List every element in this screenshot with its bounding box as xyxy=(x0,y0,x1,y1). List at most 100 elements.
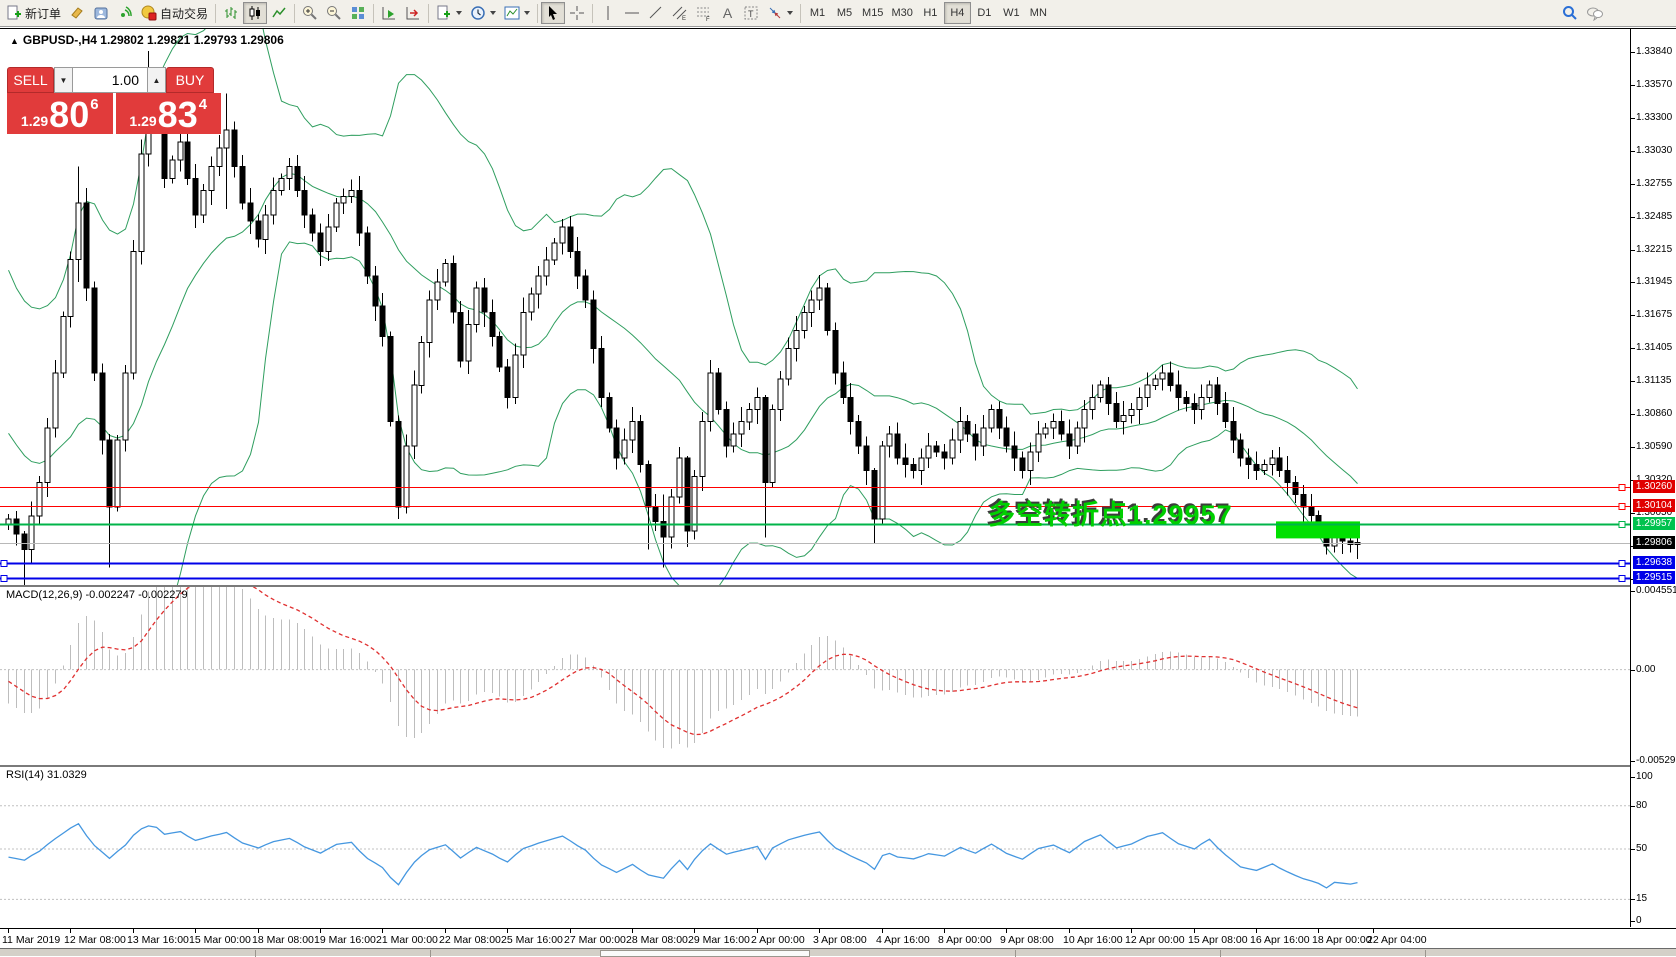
timeframe-label: M30 xyxy=(891,7,912,19)
gold-tool-icon xyxy=(69,5,85,21)
time-axis[interactable]: 11 Mar 201912 Mar 08:0013 Mar 16:0015 Ma… xyxy=(0,928,1676,948)
timeframe-label: M1 xyxy=(810,7,825,19)
signal-icon xyxy=(117,5,133,21)
fibonacci-button[interactable]: F xyxy=(692,2,716,24)
trendline-button[interactable] xyxy=(644,2,668,24)
line-chart-button[interactable] xyxy=(267,2,291,24)
date-tick-label: 16 Apr 16:00 xyxy=(1250,934,1310,946)
new-chart-button[interactable] xyxy=(432,2,466,24)
timeframe-mn-button[interactable]: MN xyxy=(1025,2,1052,24)
zoom-in-button[interactable] xyxy=(298,2,322,24)
horizontal-line-icon xyxy=(624,5,640,21)
price-tick xyxy=(1631,217,1635,218)
price-axis[interactable]: 1.338401.335701.333001.330301.327551.324… xyxy=(1630,29,1676,927)
chart-annotation-text[interactable]: 多空转折点1.29957 xyxy=(988,493,1233,532)
chart-shift-button[interactable] xyxy=(401,2,425,24)
candle-chart-button[interactable] xyxy=(243,2,267,24)
profile-button[interactable] xyxy=(89,2,113,24)
toolbar-separator xyxy=(537,4,538,23)
price-tick-label: 1.31945 xyxy=(1636,276,1672,288)
volume-increase-button[interactable]: ▲ xyxy=(147,67,166,93)
date-tick-label: 21 Mar 00:00 xyxy=(376,934,438,946)
channel-button[interactable]: E xyxy=(668,2,692,24)
signal-button[interactable] xyxy=(113,2,137,24)
bar-chart-button[interactable] xyxy=(219,2,243,24)
buy-price-big: 83 xyxy=(158,98,198,132)
sell-button[interactable]: SELL xyxy=(7,67,54,93)
timeframe-w1-button[interactable]: W1 xyxy=(998,2,1025,24)
timeframe-m1-button[interactable]: M1 xyxy=(804,2,831,24)
date-tick xyxy=(757,929,758,933)
timeframe-label: M15 xyxy=(862,7,883,19)
rsi-tick xyxy=(1631,849,1635,850)
trendline-icon xyxy=(648,5,664,21)
vertical-line-button[interactable] xyxy=(596,2,620,24)
date-tick-label: 22 Mar 08:00 xyxy=(439,934,501,946)
line-chart-icon xyxy=(271,5,287,21)
dropdown-caret xyxy=(490,11,496,15)
rsi-plot[interactable] xyxy=(0,767,1630,927)
timeframe-h1-button[interactable]: H1 xyxy=(917,2,944,24)
macd-plot[interactable] xyxy=(0,587,1630,765)
date-tick-label: 18 Mar 08:00 xyxy=(252,934,314,946)
macd-tick-label: -0.005295 xyxy=(1636,755,1676,767)
timeframe-label: H1 xyxy=(923,7,937,19)
date-tick-label: 2 Apr 00:00 xyxy=(751,934,805,946)
candlestick-chart-icon xyxy=(247,5,263,21)
price-tick xyxy=(1631,184,1635,185)
crosshair-button[interactable] xyxy=(565,2,589,24)
date-tick xyxy=(1373,929,1374,933)
date-tick xyxy=(133,929,134,933)
date-tick xyxy=(882,929,883,933)
date-tick-label: 13 Mar 16:00 xyxy=(127,934,189,946)
cursor-icon xyxy=(545,5,561,21)
buy-price[interactable]: 1.29 83 4 xyxy=(116,93,222,134)
macd-tick xyxy=(1631,670,1635,671)
date-tick xyxy=(1194,929,1195,933)
auto-scroll-button[interactable] xyxy=(377,2,401,24)
date-tick-label: 19 Mar 16:00 xyxy=(314,934,376,946)
cursor-button[interactable] xyxy=(541,2,565,24)
text-label-button[interactable]: T xyxy=(739,2,763,24)
date-tick xyxy=(1131,929,1132,933)
timeframe-label: H4 xyxy=(950,7,964,19)
periods-button[interactable] xyxy=(466,2,500,24)
new-order-button[interactable]: 新订单 xyxy=(2,2,65,24)
date-tick-label: 22 Apr 04:00 xyxy=(1367,934,1427,946)
toolbar-separator xyxy=(373,4,374,23)
price-tick xyxy=(1631,151,1635,152)
text-button[interactable]: A xyxy=(716,2,739,24)
arrows-button[interactable] xyxy=(763,2,797,24)
macd-tick-label: 0.004551 xyxy=(1636,585,1676,597)
volume-input[interactable] xyxy=(73,67,147,93)
date-tick xyxy=(694,929,695,933)
collapse-triangle-icon[interactable]: ▲ xyxy=(10,36,19,46)
timeframe-h4-button[interactable]: H4 xyxy=(944,2,971,24)
doc-plus-icon xyxy=(6,5,22,21)
chat-button[interactable] xyxy=(1582,2,1608,24)
date-tick xyxy=(1006,929,1007,933)
tile-windows-button[interactable] xyxy=(346,2,370,24)
zoom-out-button[interactable] xyxy=(322,2,346,24)
dropdown-caret xyxy=(787,11,793,15)
timeframe-d1-button[interactable]: D1 xyxy=(971,2,998,24)
horizontal-line-button[interactable] xyxy=(620,2,644,24)
date-tick-label: 29 Mar 16:00 xyxy=(688,934,750,946)
new-order-label: 新订单 xyxy=(25,5,61,22)
sell-price[interactable]: 1.29 80 6 xyxy=(7,93,113,134)
main-chart-plot[interactable] xyxy=(0,29,1630,585)
buy-button[interactable]: BUY xyxy=(166,67,214,93)
volume-decrease-button[interactable]: ▼ xyxy=(54,67,73,93)
rsi-label: RSI(14) 31.0329 xyxy=(6,769,87,781)
rsi-tick xyxy=(1631,921,1635,922)
timeframe-m30-button[interactable]: M30 xyxy=(887,2,916,24)
timeframe-m15-button[interactable]: M15 xyxy=(858,2,887,24)
templates-button[interactable] xyxy=(500,2,534,24)
market-button[interactable] xyxy=(65,2,89,24)
timeframe-m5-button[interactable]: M5 xyxy=(831,2,858,24)
price-tick-label: 1.33570 xyxy=(1636,79,1672,91)
search-button[interactable] xyxy=(1558,2,1582,24)
timeframe-label: W1 xyxy=(1003,7,1020,19)
toolbar-separator xyxy=(428,4,429,23)
autotrade-button[interactable]: 自动交易 xyxy=(137,2,212,24)
